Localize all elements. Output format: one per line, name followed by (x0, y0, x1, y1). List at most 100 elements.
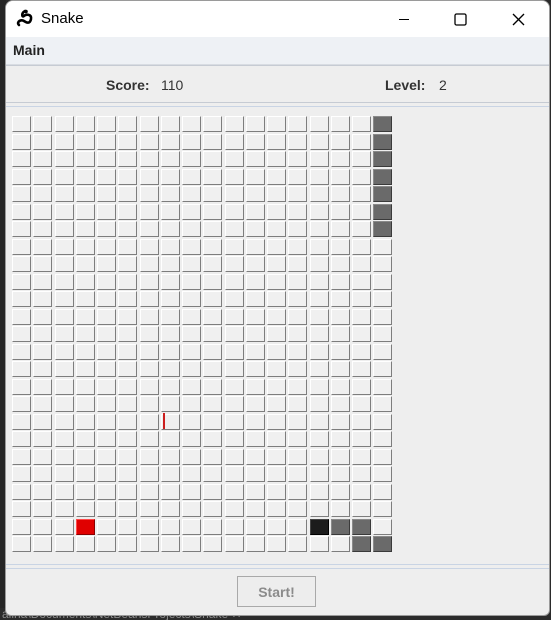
grid-cell (118, 291, 137, 307)
menu-bar: Main (6, 37, 549, 65)
grid-cell (97, 326, 116, 342)
grid-cell (55, 116, 74, 132)
snake-segment (373, 116, 392, 132)
grid-cell (203, 274, 222, 290)
grid-cell (33, 519, 52, 535)
level-label: Level: (385, 77, 426, 93)
grid-cell (246, 379, 265, 395)
grid-cell (373, 501, 392, 517)
grid-cell (352, 134, 371, 150)
close-button[interactable] (495, 1, 541, 37)
minimize-button[interactable] (381, 1, 427, 37)
grid-cell (12, 361, 31, 377)
grid-cell (288, 204, 307, 220)
grid-cell (12, 326, 31, 342)
grid-cell (12, 169, 31, 185)
grid-cell (55, 484, 74, 500)
grid-cell (140, 274, 159, 290)
grid-cell (246, 414, 265, 430)
grid-cell (288, 221, 307, 237)
grid-cell (118, 134, 137, 150)
grid-cell (225, 344, 244, 360)
grid-cell (225, 239, 244, 255)
grid-cell (118, 466, 137, 482)
grid-cell (118, 519, 137, 535)
grid-cell (118, 151, 137, 167)
grid-cell (288, 379, 307, 395)
grid-cell (33, 291, 52, 307)
menu-main[interactable]: Main (13, 42, 45, 58)
grid-cell (267, 361, 286, 377)
grid-cell (161, 484, 180, 500)
score-label: Score: (106, 77, 150, 93)
grid-cell (76, 326, 95, 342)
grid-cell (140, 204, 159, 220)
title-bar[interactable]: Snake (6, 1, 549, 37)
grid-cell (267, 151, 286, 167)
grid-cell (182, 169, 201, 185)
grid-cell (373, 466, 392, 482)
grid-cell (331, 326, 350, 342)
grid-cell (140, 186, 159, 202)
grid-cell (267, 431, 286, 447)
grid-cell (267, 484, 286, 500)
grid-cell (140, 134, 159, 150)
grid-cell (97, 344, 116, 360)
grid-cell (225, 396, 244, 412)
grid-cell (161, 221, 180, 237)
grid-cell (352, 484, 371, 500)
grid-cell (331, 239, 350, 255)
grid-cell (246, 186, 265, 202)
grid-cell (118, 204, 137, 220)
game-board[interactable] (12, 116, 394, 554)
grid-cell (161, 501, 180, 517)
grid-cell (288, 116, 307, 132)
grid-cell (76, 239, 95, 255)
grid-cell (182, 186, 201, 202)
grid-cell (373, 414, 392, 430)
grid-cell (246, 291, 265, 307)
grid-cell (12, 309, 31, 325)
maximize-button[interactable] (437, 1, 483, 37)
grid-cell (55, 291, 74, 307)
grid-cell (33, 169, 52, 185)
grid-cell (97, 274, 116, 290)
grid-cell (288, 414, 307, 430)
grid-cell (55, 204, 74, 220)
grid-cell (76, 291, 95, 307)
grid-cell (33, 151, 52, 167)
grid-cell (310, 221, 329, 237)
grid-cell (331, 116, 350, 132)
grid-cell (310, 291, 329, 307)
grid-cell (55, 379, 74, 395)
grid-cell (246, 309, 265, 325)
grid-cell (97, 431, 116, 447)
grid-cell (288, 396, 307, 412)
grid-cell (352, 431, 371, 447)
snake-segment (352, 519, 371, 535)
grid-cell (246, 134, 265, 150)
grid-cell (76, 501, 95, 517)
start-button[interactable]: Start! (237, 576, 316, 607)
grid-cell (161, 431, 180, 447)
grid-cell (310, 501, 329, 517)
grid-cell (55, 151, 74, 167)
grid-cell (161, 449, 180, 465)
grid-cell (352, 414, 371, 430)
grid-cell (225, 519, 244, 535)
grid-cell (76, 344, 95, 360)
grid-cell (373, 256, 392, 272)
grid-cell (140, 291, 159, 307)
snake-head (310, 519, 329, 535)
grid-cell (161, 151, 180, 167)
grid-cell (225, 536, 244, 552)
grid-cell (55, 221, 74, 237)
grid-cell (182, 204, 201, 220)
grid-cell (225, 484, 244, 500)
close-icon (512, 13, 524, 25)
grid-cell (246, 484, 265, 500)
grid-cell (310, 536, 329, 552)
grid-cell (161, 361, 180, 377)
grid-cell (76, 274, 95, 290)
grid-cell (203, 151, 222, 167)
